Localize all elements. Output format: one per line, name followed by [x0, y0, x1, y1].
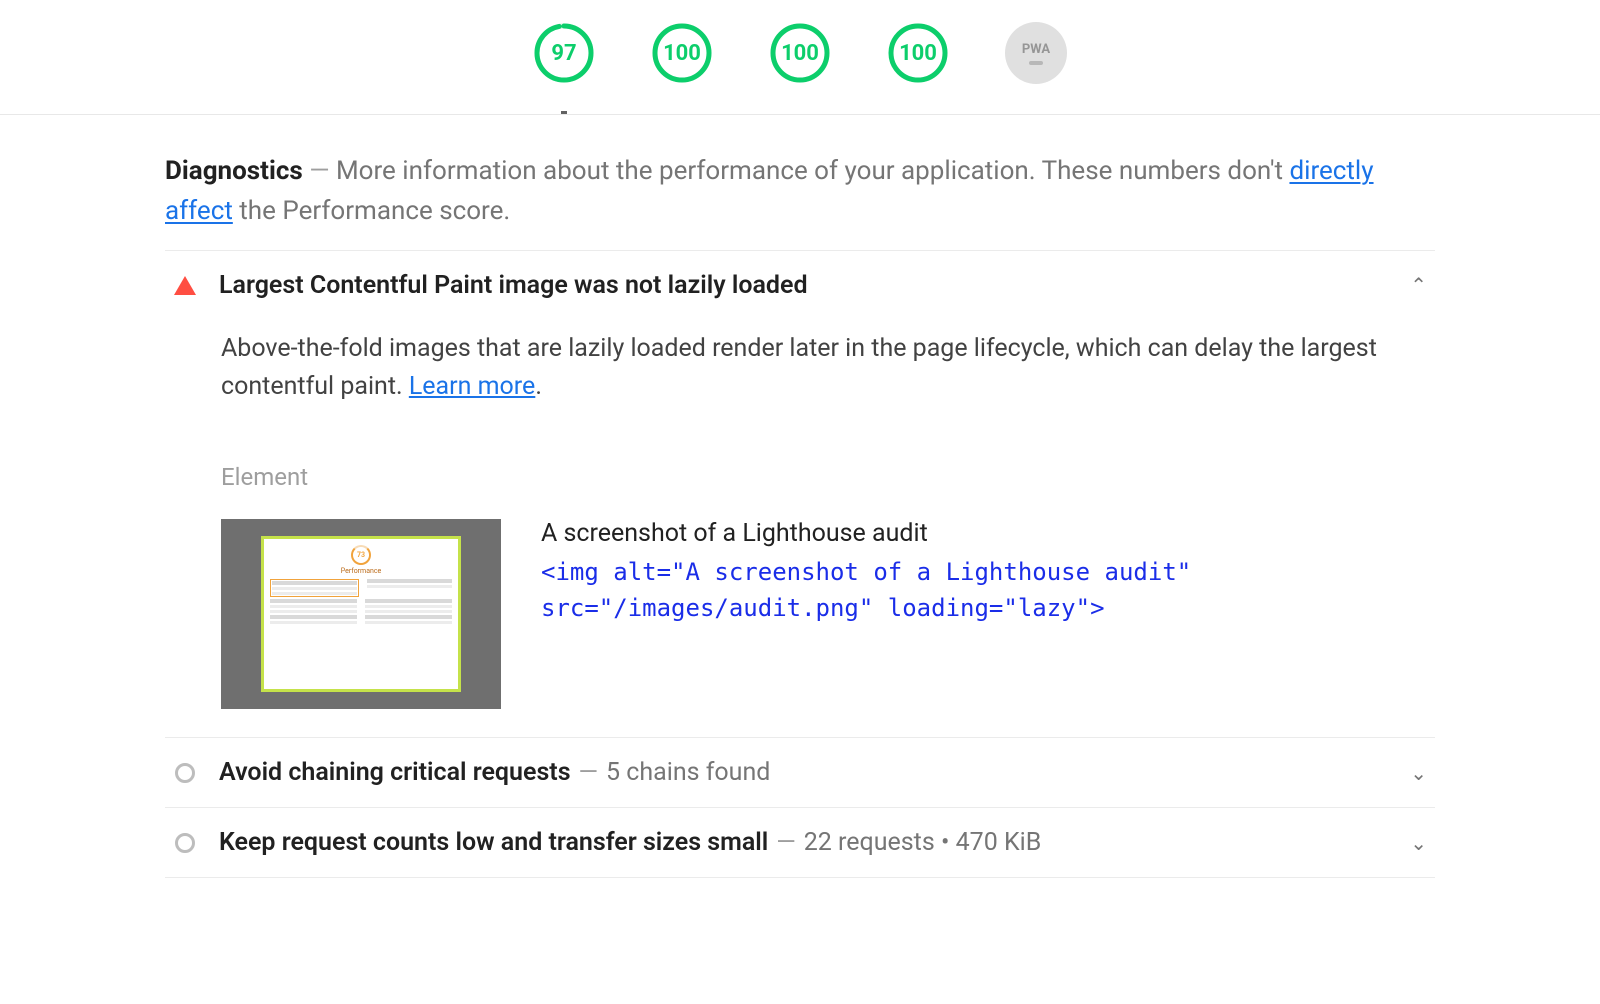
score-value: 100: [781, 41, 819, 66]
diagnostics-desc-b: the Performance score.: [233, 196, 510, 226]
element-thumbnail: 73 Performance: [221, 519, 501, 709]
audit-critical-chains: Avoid chaining critical requests — 5 cha…: [165, 738, 1435, 808]
audit-title: Keep request counts low and transfer siz…: [219, 828, 768, 857]
element-caption: A screenshot of a Lighthouse audit: [541, 519, 1419, 548]
score-value: 97: [551, 41, 576, 66]
element-label: Element: [221, 463, 1419, 491]
score-gauge-performance[interactable]: 97: [533, 22, 595, 84]
diagnostics-desc-a: More information about the performance o…: [336, 156, 1290, 186]
score-value: 100: [899, 41, 937, 66]
circle-gray-icon: [175, 833, 195, 853]
learn-more-link[interactable]: Learn more: [409, 372, 535, 401]
audit-body: Above-the-fold images that are lazily lo…: [173, 300, 1427, 718]
circle-gray-icon: [175, 763, 195, 783]
triangle-red-icon: [174, 276, 196, 295]
element-code: <img alt="A screenshot of a Lighthouse a…: [541, 554, 1419, 626]
audit-request-counts: Keep request counts low and transfer siz…: [165, 808, 1435, 878]
chevron-down-icon: ⌄: [1410, 831, 1427, 855]
audit-title: Avoid chaining critical requests: [219, 758, 571, 787]
dash: —: [309, 156, 329, 186]
dash: —: [575, 758, 603, 787]
active-tab-indicator: [561, 111, 567, 114]
pwa-bar-icon: [1029, 61, 1043, 65]
element-block: 73 Performance: [221, 519, 1419, 709]
diagnostics-label: Diagnostics: [165, 156, 303, 186]
audit-subtitle: 5 chains found: [606, 758, 770, 787]
chevron-up-icon: ⌃: [1410, 273, 1427, 297]
audit-subtitle: 22 requests • 470 KiB: [804, 828, 1042, 857]
pwa-label: PWA: [1022, 42, 1050, 57]
audit-toggle[interactable]: Avoid chaining critical requests — 5 cha…: [173, 758, 1427, 787]
audit-desc-b: .: [535, 372, 542, 401]
score-gauge[interactable]: 100: [769, 22, 831, 84]
audit-title: Largest Contentful Paint image was not l…: [219, 271, 808, 300]
audit-toggle[interactable]: Keep request counts low and transfer siz…: [173, 828, 1427, 857]
dash: —: [772, 828, 800, 857]
score-value: 100: [663, 41, 701, 66]
audit-description: Above-the-fold images that are lazily lo…: [221, 330, 1419, 408]
audit-lcp-lazy: Largest Contentful Paint image was not l…: [165, 251, 1435, 739]
audit-toggle[interactable]: Largest Contentful Paint image was not l…: [173, 271, 1427, 300]
score-gauge[interactable]: 100: [887, 22, 949, 84]
pwa-badge[interactable]: PWA: [1005, 22, 1067, 84]
thumb-perf-label: Performance: [341, 567, 382, 575]
chevron-down-icon: ⌄: [1410, 761, 1427, 785]
score-header: 97 100 100 100 PWA: [0, 0, 1600, 115]
score-gauge[interactable]: 100: [651, 22, 713, 84]
audit-desc-a: Above-the-fold images that are lazily lo…: [221, 334, 1377, 402]
diagnostics-heading: Diagnostics — More information about the…: [165, 151, 1435, 251]
thumb-gauge-icon: 73: [351, 545, 371, 565]
main-content: Diagnostics — More information about the…: [145, 115, 1455, 878]
